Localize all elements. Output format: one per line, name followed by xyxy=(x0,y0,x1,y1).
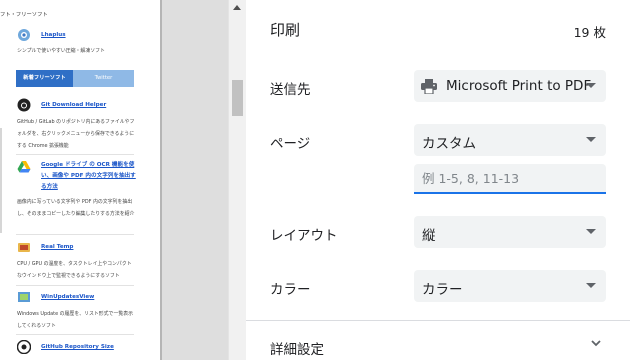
preview-separator xyxy=(16,285,134,286)
pages-label: ページ xyxy=(270,136,311,152)
preview-item-link[interactable]: Google ドライブ の OCR 機能を使い、画像や PDF 内の文字列を抽出… xyxy=(41,160,137,193)
layout-label: レイアウト xyxy=(270,228,338,244)
winupdatesview-icon xyxy=(18,292,30,302)
preview-tab-twitter[interactable]: Twitter xyxy=(73,70,134,87)
layout-select[interactable]: 縦 xyxy=(414,216,606,248)
preview-item-desc: シンプルで使いやすい圧縮・解凍ソフト xyxy=(17,48,105,54)
preview-separator xyxy=(16,154,134,155)
preview-item-desc: 画像内に写っている文字列や PDF 内の文字列を抽出し、そのままコピーしたり編集… xyxy=(17,199,135,217)
preview-header-text: フト・フリーソフト xyxy=(0,12,48,18)
github-logo-icon xyxy=(17,340,31,354)
preview-list-item: Lhaplus シンプルで使いやすい圧縮・解凍ソフト xyxy=(17,28,135,54)
scroll-up-arrow-icon[interactable] xyxy=(233,5,241,10)
github-octocat-icon xyxy=(17,98,31,112)
color-select[interactable]: カラー xyxy=(414,270,606,302)
preview-item-link[interactable]: Git Download Helper xyxy=(41,102,106,108)
print-preview-page: フト・フリーソフト Lhaplus シンプルで使いやすい圧縮・解凍ソフト 新着フ… xyxy=(0,0,160,360)
dropdown-arrow-icon xyxy=(586,229,596,234)
layout-value: 縦 xyxy=(422,228,436,244)
preview-separator xyxy=(16,334,134,335)
custom-pages-input[interactable] xyxy=(414,164,606,194)
preview-item-link[interactable]: WinUpdatesView xyxy=(41,294,94,300)
dropdown-arrow-icon xyxy=(586,283,596,288)
preview-item-desc: CPU / GPU の温度を、タスクトレイ上やコンパクトなウインドウ上で監視でき… xyxy=(17,261,132,279)
page-title: 印刷 xyxy=(270,21,301,39)
scrollbar-thumb[interactable] xyxy=(232,80,243,116)
preview-list-item: Git Download Helper GitHub / GitLab のリポジ… xyxy=(17,98,135,149)
preview-background xyxy=(162,0,228,360)
preview-item-link[interactable]: Lhaplus xyxy=(41,32,66,38)
preview-list-item: WinUpdatesView Windows Update の履歴を、リスト形式… xyxy=(17,290,135,329)
dropdown-arrow-icon xyxy=(586,83,596,88)
preview-list-item: Google ドライブ の OCR 機能を使い、画像や PDF 内の文字列を抽出… xyxy=(17,160,136,217)
preview-item-link[interactable]: GitHub Repository Size xyxy=(41,344,114,350)
destination-value: Microsoft Print to PDF xyxy=(446,78,592,94)
preview-item-link[interactable]: Real Temp xyxy=(41,244,73,250)
preview-tabs: 新着フリーソフト Twitter xyxy=(16,70,134,87)
pages-select[interactable]: カスタム xyxy=(414,124,606,156)
color-value: カラー xyxy=(422,282,463,298)
google-drive-icon xyxy=(17,161,31,173)
sheet-count: 19 枚 xyxy=(573,25,606,40)
lhaplus-app-icon xyxy=(18,29,30,41)
color-label: カラー xyxy=(270,282,311,298)
print-settings-panel: 印刷 19 枚 送信先 Microsoft Print to PDF ページ カ… xyxy=(246,0,630,360)
preview-tab-new-software[interactable]: 新着フリーソフト xyxy=(16,70,73,87)
preview-separator xyxy=(16,234,134,235)
more-settings-toggle[interactable]: 詳細設定 xyxy=(270,338,324,358)
chevron-down-icon[interactable] xyxy=(590,337,602,349)
preview-list-item: Real Temp CPU / GPU の温度を、タスクトレイ上やコンパクトなウ… xyxy=(17,240,135,279)
destination-select[interactable]: Microsoft Print to PDF xyxy=(414,70,606,102)
preview-item-desc: Windows Update の履歴を、リスト形式で一覧表示してくれるソフト xyxy=(17,311,134,329)
real-temp-icon xyxy=(18,243,30,252)
preview-left-edge xyxy=(0,128,2,233)
section-divider xyxy=(246,320,630,321)
pages-value: カスタム xyxy=(422,136,476,152)
destination-label: 送信先 xyxy=(270,82,311,98)
preview-item-desc: GitHub / GitLab のリポジトリ内にあるファイルやフォルダを、右クリ… xyxy=(17,119,135,149)
preview-scrollbar[interactable] xyxy=(228,0,246,360)
preview-list-item: GitHub Repository Size xyxy=(17,340,135,356)
dropdown-arrow-icon xyxy=(586,137,596,142)
printer-icon xyxy=(421,79,437,94)
